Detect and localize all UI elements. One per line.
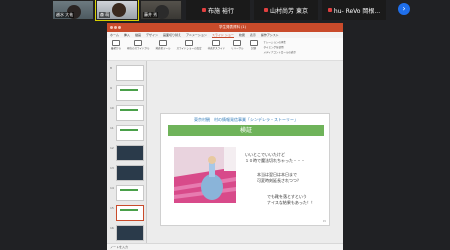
presenter-icon: [159, 40, 168, 46]
muted-mic-icon: [264, 8, 269, 12]
slide-text-line: １０時で魔法切れちゃった・・・: [245, 158, 305, 163]
slide-canvas[interactable]: 東京村観 村の情報発信事業「シンデレラ・ストーリー」 検証 いいとこでいいたけど: [160, 113, 330, 226]
window-title-bar: 学生発表資料 (1): [107, 23, 343, 32]
participant-tile-active[interactable]: 森 萌: [95, 0, 139, 21]
screen: 越水 大祐 森 萌 藤井 秀 布施 裕行 山村尚芳 東京 hu- ReVo 岡根…: [0, 0, 450, 250]
participant-avatar: [112, 3, 126, 17]
window-title: 学生発表資料 (1): [218, 25, 247, 29]
slide-thumbnail[interactable]: 14: [110, 185, 144, 201]
participant-name: 山村尚芳 東京: [270, 7, 308, 15]
notes-placeholder: ノートを入力: [110, 245, 129, 249]
tab-view[interactable]: 表示: [250, 33, 256, 37]
tab-draw[interactable]: 描画: [135, 33, 141, 37]
next-page-button[interactable]: ›: [398, 3, 410, 15]
tab-animations[interactable]: アニメーション: [186, 33, 207, 37]
ribbon: 最初から 現在のスライドから 発表者ツール スライドショーの設定 非表示スライド…: [107, 38, 343, 61]
use-timings-checkbox[interactable]: タイミングを使用: [264, 45, 296, 49]
record-icon: [249, 40, 258, 46]
participant-name-tile[interactable]: 山村尚芳 東京: [254, 0, 318, 20]
participant-name: 森 萌: [99, 12, 111, 18]
window-controls[interactable]: [110, 26, 121, 29]
cinderella-photo: [174, 147, 236, 203]
slide-thumbnail[interactable]: 8: [110, 65, 144, 81]
participant-name: hu- ReVo 岡根...: [333, 7, 381, 15]
powerpoint-window: 学生発表資料 (1) ホーム 挿入 描画 デザイン 画面切り替え アニメーション…: [107, 23, 343, 250]
tab-design[interactable]: デザイン: [146, 33, 158, 37]
tab-insert[interactable]: 挿入: [124, 33, 130, 37]
tab-transitions[interactable]: 画面切り替え: [163, 33, 181, 37]
media-controls-checkbox[interactable]: メディアコントロールの表示: [264, 50, 296, 54]
tab-tell-me[interactable]: 操作アシスト: [261, 33, 279, 37]
tab-slideshow[interactable]: スライド ショー: [211, 33, 234, 38]
muted-mic-icon: [202, 8, 207, 12]
slide-banner: 検証: [168, 125, 324, 136]
slideshow-icon: [112, 40, 120, 46]
hide-slide-button[interactable]: 非表示スライド: [208, 40, 225, 50]
slide-thumbnail[interactable]: 12: [110, 145, 144, 161]
timer-icon: [233, 40, 242, 46]
slide-title: 東京村観 村の情報発信事業「シンデレラ・ストーリー」: [194, 117, 298, 122]
hide-slide-icon: [212, 40, 221, 46]
setup-icon: [185, 40, 194, 46]
participant-tile[interactable]: 越水 大祐: [52, 0, 94, 20]
setup-slideshow-button[interactable]: スライドショーの設定: [177, 40, 202, 50]
participant-name-tile[interactable]: hu- ReVo 岡根...: [322, 0, 386, 20]
rehearse-button[interactable]: リハーサル: [231, 40, 244, 50]
slide-thumbnail[interactable]: 16: [110, 225, 144, 241]
presenter-view-button[interactable]: 発表者ツール: [156, 40, 171, 50]
muted-mic-icon: [327, 8, 332, 12]
slide-thumbnail[interactable]: 13: [110, 165, 144, 181]
slideshow-icon: [134, 40, 143, 46]
tab-home[interactable]: ホーム: [110, 33, 119, 37]
slide-number: 15: [322, 220, 326, 223]
participant-name: 越水 大祐: [55, 12, 75, 18]
play-from-start-button[interactable]: 最初から: [111, 40, 121, 50]
slide-thumbnail-selected[interactable]: 15: [110, 205, 144, 221]
slide-thumbnail[interactable]: 9: [110, 85, 144, 101]
slide-text-line: ナイスな結果もあった！！: [267, 200, 315, 205]
play-narrations-checkbox[interactable]: ナレーションの再生: [264, 40, 296, 44]
record-button[interactable]: 記録: [249, 40, 258, 50]
participant-name: 藤井 秀: [143, 12, 159, 18]
notes-bar[interactable]: ノートを入力: [107, 243, 343, 250]
participant-tile[interactable]: 藤井 秀: [140, 0, 182, 20]
ribbon-checkboxes: ナレーションの再生 タイミングを使用 メディアコントロールの表示: [264, 40, 296, 54]
play-from-current-button[interactable]: 現在のスライドから: [127, 40, 150, 50]
slide-text-line: 可変時刻延長されつつ？: [257, 178, 301, 183]
participant-strip: 越水 大祐 森 萌 藤井 秀 布施 裕行 山村尚芳 東京 hu- ReVo 岡根…: [0, 0, 450, 21]
participant-name: 布施 裕行: [208, 7, 234, 15]
work-area: 8 9 10 11 12 13 14 15 16 東京村観 村の情報発信事業「シ…: [107, 61, 343, 243]
slide-thumbnails: 8 9 10 11 12 13 14 15 16: [107, 61, 147, 243]
slide-thumbnail[interactable]: 11: [110, 125, 144, 141]
chevron-right-icon: ›: [402, 4, 406, 13]
tab-review[interactable]: 校閲: [239, 33, 245, 37]
slide-thumbnail[interactable]: 10: [110, 105, 144, 121]
participant-name-tile[interactable]: 布施 裕行: [186, 0, 250, 20]
